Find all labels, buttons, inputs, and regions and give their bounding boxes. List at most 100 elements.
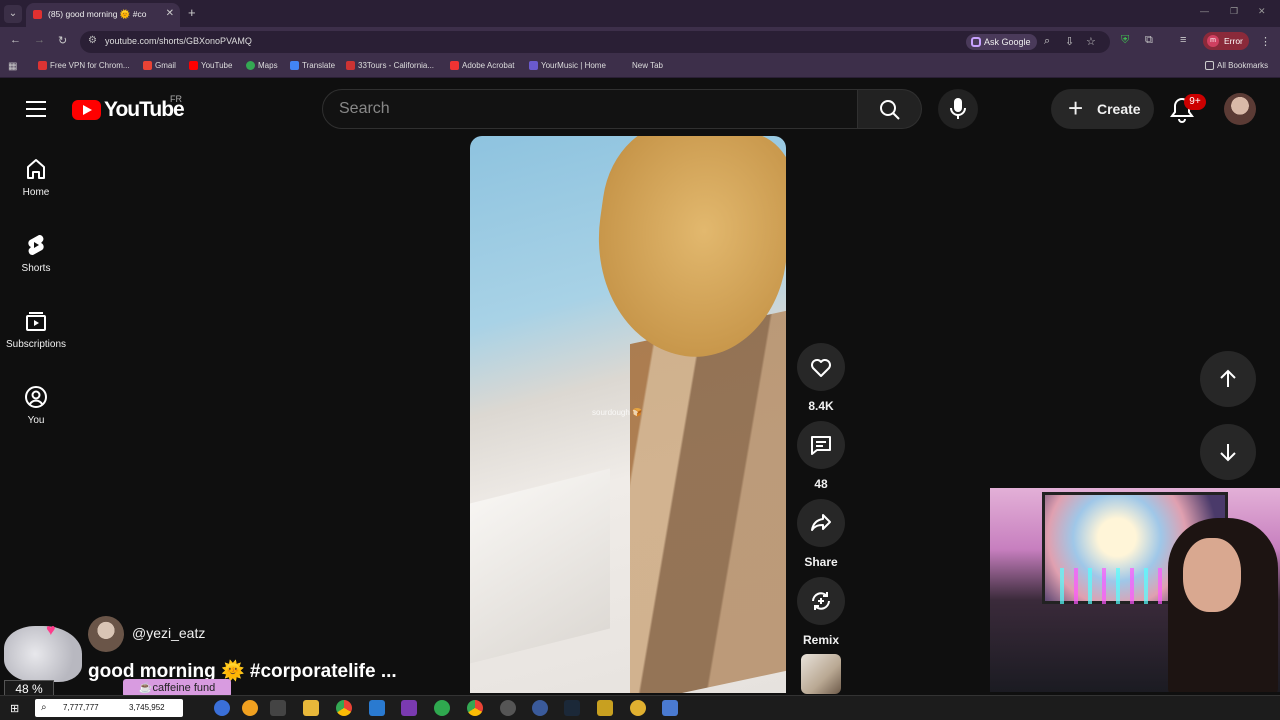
bookmark-star-icon[interactable]: ☆ (1086, 35, 1096, 48)
profile-error-label: Error (1224, 36, 1243, 46)
account-avatar[interactable] (1224, 93, 1256, 125)
notification-badge: 9+ (1184, 94, 1206, 110)
like-count: 8.4K (808, 399, 834, 413)
ask-google-button[interactable]: Ask Google (966, 34, 1037, 50)
app-icon[interactable] (597, 700, 613, 716)
bookmark-favicon-icon (620, 61, 629, 70)
channel-avatar[interactable] (88, 616, 124, 652)
bookmark-item[interactable]: Free VPN for Chrom... (38, 61, 130, 70)
webcam-streamer-face (1183, 538, 1241, 612)
bookmark-item[interactable]: YourMusic | Home (529, 61, 606, 70)
back-icon[interactable]: ← (10, 34, 21, 46)
remix-button[interactable]: Remix (797, 577, 845, 647)
app-icon[interactable] (369, 700, 385, 716)
install-icon[interactable]: ⇩ (1065, 35, 1074, 48)
acrobat-icon (450, 61, 459, 70)
profile-avatar-icon: m (1207, 35, 1219, 47)
app-icon[interactable] (214, 700, 230, 716)
gmail-icon (143, 61, 152, 70)
tab-search-button[interactable]: ⌄ (4, 5, 22, 23)
bookmark-favicon-icon (38, 61, 47, 70)
browser-toolbar: ← → ↻ ⚙ youtube.com/shorts/GBXonoPVAMQ A… (0, 27, 1280, 56)
app-icon[interactable] (662, 700, 678, 716)
zoom-icon[interactable]: ⌕ (1044, 35, 1050, 48)
sound-thumbnail[interactable] (801, 654, 841, 694)
tab-close-icon[interactable]: ✕ (166, 3, 174, 25)
media-controls-icon[interactable]: ≡ (1180, 34, 1186, 46)
sidebar-item-home[interactable]: Home (0, 157, 72, 198)
subscriptions-icon (26, 312, 46, 331)
app-icon[interactable] (401, 700, 417, 716)
sidebar-item-shorts[interactable]: Shorts (0, 233, 72, 274)
browser-tab-bar: ⌄ (85) good morning 🌞 #co ✕ + — ❐ ✕ (0, 0, 1280, 27)
obs-icon[interactable] (500, 700, 516, 716)
previous-short-button[interactable] (1200, 351, 1256, 407)
folder-icon (1205, 61, 1214, 70)
remix-icon (812, 592, 830, 610)
sidebar-item-subscriptions[interactable]: Subscriptions (0, 309, 72, 350)
short-video-player[interactable]: sourdough 🍞 (470, 136, 786, 693)
browser-menu-icon[interactable]: ⋮ (1260, 35, 1271, 48)
maps-icon (246, 61, 255, 70)
translate-icon (290, 61, 299, 70)
bookmark-item[interactable]: Gmail (143, 61, 176, 70)
search-input[interactable] (323, 90, 857, 128)
pink-heart-icon: ♥ (46, 622, 56, 639)
heart-icon (811, 359, 831, 377)
microphone-icon (950, 98, 966, 119)
address-bar[interactable]: ⚙ youtube.com/shorts/GBXonoPVAMQ Ask Goo… (80, 31, 1110, 53)
app-icon[interactable] (434, 700, 450, 716)
chrome-icon[interactable] (336, 700, 352, 716)
apps-grid-icon[interactable]: ▦ (8, 61, 17, 72)
like-button[interactable]: 8.4K (797, 343, 845, 413)
bookmark-item[interactable]: YouTube (189, 61, 232, 70)
new-tab-button[interactable]: + (188, 5, 196, 20)
reload-icon[interactable]: ↻ (58, 34, 67, 47)
shorts-icon (28, 234, 44, 256)
windows-start-icon[interactable]: ⊞ (10, 702, 19, 715)
extension-shield-icon[interactable]: ⛨ (1121, 34, 1129, 47)
steam-icon[interactable] (564, 700, 580, 716)
browser-tab-active[interactable]: (85) good morning 🌞 #co ✕ (26, 3, 180, 27)
bookmark-item[interactable]: Adobe Acrobat (450, 61, 514, 70)
taskbar-search[interactable]: ⌕ 7,777,777 3,745,952 (35, 699, 183, 717)
app-icon[interactable] (242, 700, 258, 716)
extensions-icon[interactable]: ⧉ (1145, 34, 1153, 47)
task-view-icon[interactable] (270, 700, 286, 716)
tab-title: (85) good morning 🌞 #co (48, 9, 147, 19)
create-label: Create (1097, 101, 1141, 117)
sidebar-item-you[interactable]: You (0, 385, 72, 426)
profile-error-button[interactable]: m Error (1203, 32, 1249, 50)
bookmark-item[interactable]: Maps (246, 61, 278, 70)
youtube-favicon-icon (33, 10, 42, 19)
window-close-icon[interactable]: ✕ (1258, 6, 1266, 17)
bookmark-item[interactable]: Translate (290, 61, 335, 70)
comments-button[interactable]: 48 (797, 421, 845, 491)
app-icon[interactable] (532, 700, 548, 716)
sidebar-item-label: Home (22, 187, 50, 198)
file-explorer-icon[interactable] (303, 700, 319, 716)
voice-search-button[interactable] (938, 89, 978, 129)
search-button[interactable] (858, 89, 922, 129)
share-button[interactable]: Share (797, 499, 845, 569)
sidebar-item-label: Shorts (21, 263, 51, 274)
url-text: youtube.com/shorts/GBXonoPVAMQ (105, 36, 252, 46)
sidebar-item-label: Subscriptions (5, 339, 67, 350)
site-info-icon[interactable]: ⚙ (88, 35, 97, 46)
next-short-button[interactable] (1200, 424, 1256, 480)
bookmark-item[interactable]: New Tab (620, 61, 663, 70)
channel-handle[interactable]: @yezi_eatz (132, 625, 205, 641)
minimize-icon[interactable]: — (1200, 6, 1209, 16)
create-button[interactable]: + Create (1051, 89, 1154, 129)
restore-icon[interactable]: ❐ (1230, 6, 1238, 17)
bookmark-item[interactable]: 33Tours - California... (346, 61, 434, 70)
ask-google-label: Ask Google (984, 37, 1031, 47)
youtube-play-icon (72, 100, 101, 120)
app-icon[interactable] (630, 700, 646, 716)
lens-icon (971, 37, 981, 47)
search-box (322, 89, 858, 129)
menu-icon[interactable] (26, 101, 46, 122)
all-bookmarks-button[interactable]: All Bookmarks (1205, 61, 1268, 70)
forward-icon[interactable]: → (34, 34, 45, 46)
chrome-icon[interactable] (467, 700, 483, 716)
